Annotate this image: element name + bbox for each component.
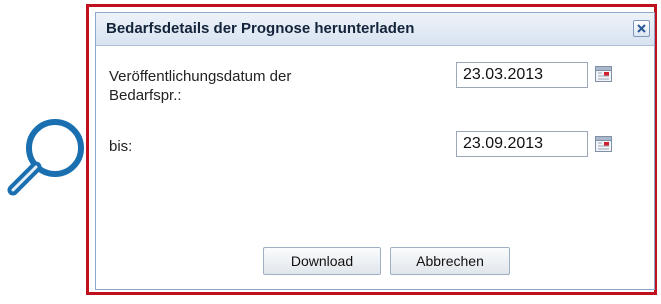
cancel-button[interactable]: Abbrechen bbox=[390, 247, 510, 275]
close-button[interactable] bbox=[633, 20, 650, 37]
end-date-input[interactable] bbox=[456, 131, 588, 157]
publication-date-label-line2: Bedarfspr.: bbox=[109, 87, 182, 104]
publication-date-calendar-button[interactable] bbox=[594, 64, 614, 84]
magnifier-icon bbox=[2, 110, 92, 200]
calendar-icon bbox=[595, 136, 612, 152]
end-date-label-text: bis: bbox=[109, 138, 133, 155]
publication-date-label-line1: Veröffentlichungsdatum der bbox=[109, 68, 292, 85]
publication-date-label: Veröffentlichungsdatum der Bedarfspr.: bbox=[109, 67, 291, 105]
calendar-icon bbox=[595, 66, 612, 82]
publication-date-input[interactable] bbox=[456, 62, 588, 88]
dialog-titlebar: Bedarfsdetails der Prognose herunterlade… bbox=[96, 13, 654, 46]
end-date-label: bis: bbox=[109, 137, 132, 156]
end-date-calendar-button[interactable] bbox=[594, 134, 614, 154]
stage: Bedarfsdetails der Prognose herunterlade… bbox=[0, 0, 661, 304]
dialog-title: Bedarfsdetails der Prognose herunterlade… bbox=[106, 20, 415, 37]
close-icon bbox=[637, 24, 646, 33]
download-dialog: Bedarfsdetails der Prognose herunterlade… bbox=[95, 12, 655, 290]
download-button[interactable]: Download bbox=[263, 247, 381, 275]
